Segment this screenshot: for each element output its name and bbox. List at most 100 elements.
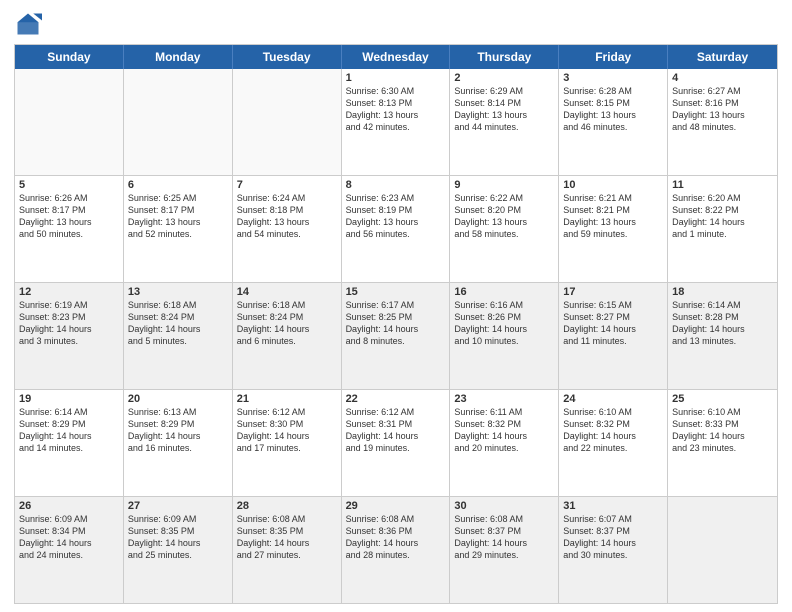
day-info: Sunrise: 6:18 AM Sunset: 8:24 PM Dayligh… bbox=[128, 299, 228, 348]
calendar-cell: 2Sunrise: 6:29 AM Sunset: 8:14 PM Daylig… bbox=[450, 69, 559, 175]
day-number: 8 bbox=[346, 179, 446, 191]
day-number: 17 bbox=[563, 286, 663, 298]
day-info: Sunrise: 6:15 AM Sunset: 8:27 PM Dayligh… bbox=[563, 299, 663, 348]
day-info: Sunrise: 6:21 AM Sunset: 8:21 PM Dayligh… bbox=[563, 192, 663, 241]
calendar: SundayMondayTuesdayWednesdayThursdayFrid… bbox=[14, 44, 778, 604]
calendar-cell: 23Sunrise: 6:11 AM Sunset: 8:32 PM Dayli… bbox=[450, 390, 559, 496]
day-number: 5 bbox=[19, 179, 119, 191]
weekday-header-friday: Friday bbox=[559, 45, 668, 69]
day-number: 15 bbox=[346, 286, 446, 298]
calendar-cell bbox=[15, 69, 124, 175]
calendar-cell: 24Sunrise: 6:10 AM Sunset: 8:32 PM Dayli… bbox=[559, 390, 668, 496]
day-number: 31 bbox=[563, 500, 663, 512]
calendar-cell: 11Sunrise: 6:20 AM Sunset: 8:22 PM Dayli… bbox=[668, 176, 777, 282]
calendar-cell: 21Sunrise: 6:12 AM Sunset: 8:30 PM Dayli… bbox=[233, 390, 342, 496]
page: SundayMondayTuesdayWednesdayThursdayFrid… bbox=[0, 0, 792, 612]
calendar-cell: 30Sunrise: 6:08 AM Sunset: 8:37 PM Dayli… bbox=[450, 497, 559, 603]
calendar-row-3: 19Sunrise: 6:14 AM Sunset: 8:29 PM Dayli… bbox=[15, 389, 777, 496]
calendar-header: SundayMondayTuesdayWednesdayThursdayFrid… bbox=[15, 45, 777, 69]
calendar-cell: 10Sunrise: 6:21 AM Sunset: 8:21 PM Dayli… bbox=[559, 176, 668, 282]
day-number: 14 bbox=[237, 286, 337, 298]
day-info: Sunrise: 6:30 AM Sunset: 8:13 PM Dayligh… bbox=[346, 85, 446, 134]
day-info: Sunrise: 6:26 AM Sunset: 8:17 PM Dayligh… bbox=[19, 192, 119, 241]
day-info: Sunrise: 6:09 AM Sunset: 8:35 PM Dayligh… bbox=[128, 513, 228, 562]
day-number: 21 bbox=[237, 393, 337, 405]
calendar-row-1: 5Sunrise: 6:26 AM Sunset: 8:17 PM Daylig… bbox=[15, 175, 777, 282]
calendar-cell: 16Sunrise: 6:16 AM Sunset: 8:26 PM Dayli… bbox=[450, 283, 559, 389]
calendar-cell: 20Sunrise: 6:13 AM Sunset: 8:29 PM Dayli… bbox=[124, 390, 233, 496]
day-number: 29 bbox=[346, 500, 446, 512]
calendar-cell: 25Sunrise: 6:10 AM Sunset: 8:33 PM Dayli… bbox=[668, 390, 777, 496]
calendar-cell: 15Sunrise: 6:17 AM Sunset: 8:25 PM Dayli… bbox=[342, 283, 451, 389]
calendar-cell bbox=[124, 69, 233, 175]
calendar-cell: 18Sunrise: 6:14 AM Sunset: 8:28 PM Dayli… bbox=[668, 283, 777, 389]
day-info: Sunrise: 6:12 AM Sunset: 8:31 PM Dayligh… bbox=[346, 406, 446, 455]
day-info: Sunrise: 6:16 AM Sunset: 8:26 PM Dayligh… bbox=[454, 299, 554, 348]
day-info: Sunrise: 6:08 AM Sunset: 8:36 PM Dayligh… bbox=[346, 513, 446, 562]
calendar-cell: 17Sunrise: 6:15 AM Sunset: 8:27 PM Dayli… bbox=[559, 283, 668, 389]
header bbox=[14, 10, 778, 38]
day-number: 12 bbox=[19, 286, 119, 298]
day-number: 20 bbox=[128, 393, 228, 405]
calendar-cell: 9Sunrise: 6:22 AM Sunset: 8:20 PM Daylig… bbox=[450, 176, 559, 282]
day-number: 6 bbox=[128, 179, 228, 191]
day-info: Sunrise: 6:14 AM Sunset: 8:29 PM Dayligh… bbox=[19, 406, 119, 455]
calendar-cell bbox=[233, 69, 342, 175]
weekday-header-monday: Monday bbox=[124, 45, 233, 69]
day-info: Sunrise: 6:27 AM Sunset: 8:16 PM Dayligh… bbox=[672, 85, 773, 134]
calendar-cell: 19Sunrise: 6:14 AM Sunset: 8:29 PM Dayli… bbox=[15, 390, 124, 496]
day-number: 3 bbox=[563, 72, 663, 84]
day-number: 25 bbox=[672, 393, 773, 405]
calendar-cell: 13Sunrise: 6:18 AM Sunset: 8:24 PM Dayli… bbox=[124, 283, 233, 389]
day-info: Sunrise: 6:19 AM Sunset: 8:23 PM Dayligh… bbox=[19, 299, 119, 348]
calendar-cell: 3Sunrise: 6:28 AM Sunset: 8:15 PM Daylig… bbox=[559, 69, 668, 175]
calendar-cell: 4Sunrise: 6:27 AM Sunset: 8:16 PM Daylig… bbox=[668, 69, 777, 175]
day-number: 7 bbox=[237, 179, 337, 191]
day-info: Sunrise: 6:09 AM Sunset: 8:34 PM Dayligh… bbox=[19, 513, 119, 562]
day-number: 27 bbox=[128, 500, 228, 512]
day-info: Sunrise: 6:08 AM Sunset: 8:35 PM Dayligh… bbox=[237, 513, 337, 562]
logo-icon bbox=[14, 10, 42, 38]
weekday-header-saturday: Saturday bbox=[668, 45, 777, 69]
day-info: Sunrise: 6:10 AM Sunset: 8:32 PM Dayligh… bbox=[563, 406, 663, 455]
day-number: 16 bbox=[454, 286, 554, 298]
day-number: 30 bbox=[454, 500, 554, 512]
day-info: Sunrise: 6:12 AM Sunset: 8:30 PM Dayligh… bbox=[237, 406, 337, 455]
day-info: Sunrise: 6:28 AM Sunset: 8:15 PM Dayligh… bbox=[563, 85, 663, 134]
day-number: 28 bbox=[237, 500, 337, 512]
logo bbox=[14, 10, 46, 38]
day-info: Sunrise: 6:17 AM Sunset: 8:25 PM Dayligh… bbox=[346, 299, 446, 348]
calendar-cell: 28Sunrise: 6:08 AM Sunset: 8:35 PM Dayli… bbox=[233, 497, 342, 603]
calendar-cell bbox=[668, 497, 777, 603]
day-number: 23 bbox=[454, 393, 554, 405]
calendar-cell: 8Sunrise: 6:23 AM Sunset: 8:19 PM Daylig… bbox=[342, 176, 451, 282]
calendar-row-0: 1Sunrise: 6:30 AM Sunset: 8:13 PM Daylig… bbox=[15, 69, 777, 175]
calendar-cell: 31Sunrise: 6:07 AM Sunset: 8:37 PM Dayli… bbox=[559, 497, 668, 603]
day-number: 4 bbox=[672, 72, 773, 84]
day-number: 22 bbox=[346, 393, 446, 405]
day-info: Sunrise: 6:18 AM Sunset: 8:24 PM Dayligh… bbox=[237, 299, 337, 348]
weekday-header-wednesday: Wednesday bbox=[342, 45, 451, 69]
day-number: 24 bbox=[563, 393, 663, 405]
day-number: 1 bbox=[346, 72, 446, 84]
calendar-cell: 6Sunrise: 6:25 AM Sunset: 8:17 PM Daylig… bbox=[124, 176, 233, 282]
day-info: Sunrise: 6:25 AM Sunset: 8:17 PM Dayligh… bbox=[128, 192, 228, 241]
day-info: Sunrise: 6:08 AM Sunset: 8:37 PM Dayligh… bbox=[454, 513, 554, 562]
day-number: 13 bbox=[128, 286, 228, 298]
calendar-cell: 7Sunrise: 6:24 AM Sunset: 8:18 PM Daylig… bbox=[233, 176, 342, 282]
calendar-cell: 27Sunrise: 6:09 AM Sunset: 8:35 PM Dayli… bbox=[124, 497, 233, 603]
weekday-header-tuesday: Tuesday bbox=[233, 45, 342, 69]
day-number: 9 bbox=[454, 179, 554, 191]
calendar-cell: 14Sunrise: 6:18 AM Sunset: 8:24 PM Dayli… bbox=[233, 283, 342, 389]
day-info: Sunrise: 6:11 AM Sunset: 8:32 PM Dayligh… bbox=[454, 406, 554, 455]
calendar-cell: 29Sunrise: 6:08 AM Sunset: 8:36 PM Dayli… bbox=[342, 497, 451, 603]
day-info: Sunrise: 6:23 AM Sunset: 8:19 PM Dayligh… bbox=[346, 192, 446, 241]
day-info: Sunrise: 6:20 AM Sunset: 8:22 PM Dayligh… bbox=[672, 192, 773, 241]
day-number: 26 bbox=[19, 500, 119, 512]
day-info: Sunrise: 6:24 AM Sunset: 8:18 PM Dayligh… bbox=[237, 192, 337, 241]
calendar-body: 1Sunrise: 6:30 AM Sunset: 8:13 PM Daylig… bbox=[15, 69, 777, 603]
day-info: Sunrise: 6:10 AM Sunset: 8:33 PM Dayligh… bbox=[672, 406, 773, 455]
weekday-header-thursday: Thursday bbox=[450, 45, 559, 69]
calendar-cell: 22Sunrise: 6:12 AM Sunset: 8:31 PM Dayli… bbox=[342, 390, 451, 496]
day-number: 11 bbox=[672, 179, 773, 191]
